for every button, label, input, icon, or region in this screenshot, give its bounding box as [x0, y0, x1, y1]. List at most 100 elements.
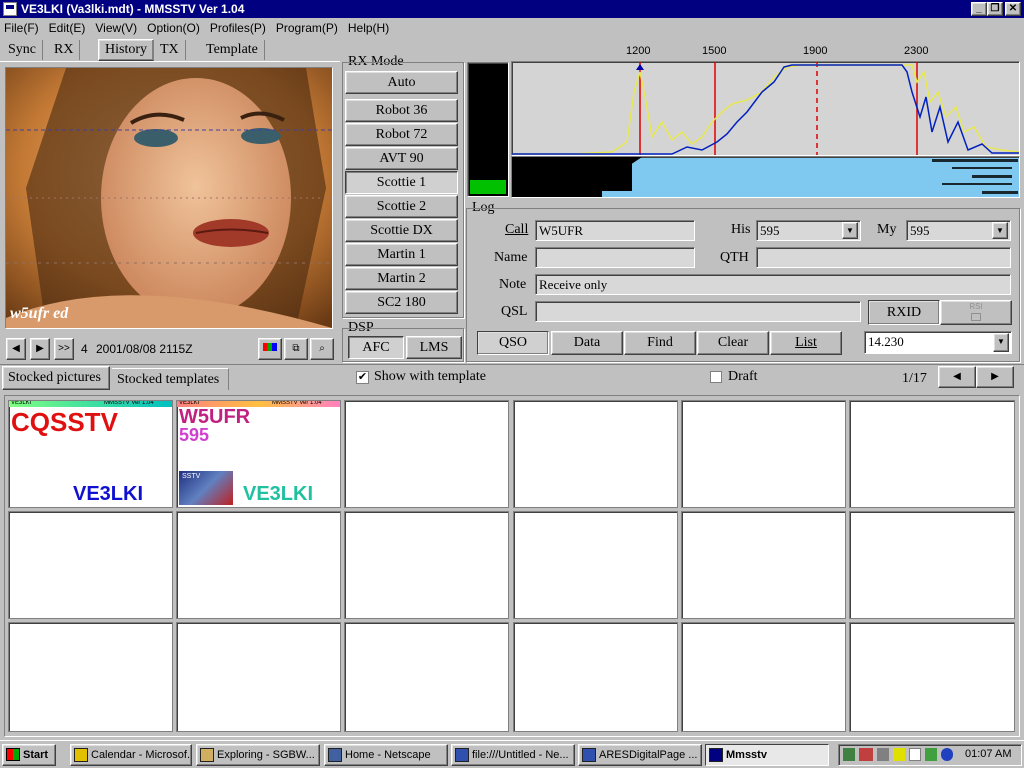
- thumbnail-17[interactable]: [681, 622, 846, 732]
- thumbnail-14[interactable]: [176, 622, 341, 732]
- tray-speaker-icon[interactable]: [893, 748, 905, 761]
- waterfall-display[interactable]: [511, 156, 1020, 198]
- tab-stocked-templates[interactable]: Stocked templates: [112, 368, 229, 390]
- tab-history[interactable]: History: [98, 39, 154, 61]
- spectrum-display[interactable]: [511, 61, 1020, 156]
- note-input[interactable]: Receive only: [535, 274, 1011, 295]
- draft-checkbox[interactable]: [710, 371, 722, 383]
- menu-option[interactable]: Option(O): [147, 21, 200, 35]
- tab-rx[interactable]: RX: [48, 40, 81, 60]
- rsi-button[interactable]: RSI: [940, 300, 1012, 325]
- thumbnail-18[interactable]: [849, 622, 1015, 732]
- tray-no-icon[interactable]: [859, 748, 873, 761]
- page-indicator: 1/17: [902, 371, 927, 386]
- afc-button[interactable]: AFC: [348, 336, 404, 359]
- task-file-untitled[interactable]: file:///Untitled - Ne...: [451, 744, 575, 766]
- thumbnail-5[interactable]: [681, 400, 846, 508]
- thumbnail-10[interactable]: [513, 511, 678, 619]
- prev-button[interactable]: ◀: [6, 338, 26, 360]
- menu-program[interactable]: Program(P): [276, 21, 338, 35]
- task-netscape[interactable]: Home - Netscape: [324, 744, 448, 766]
- tray-mouse-icon[interactable]: [909, 748, 921, 761]
- menu-view[interactable]: View(V): [95, 21, 137, 35]
- task-ares[interactable]: ARESDigitalPage ...: [578, 744, 702, 766]
- thumbnail-7[interactable]: [8, 511, 173, 619]
- next-button[interactable]: ▶: [30, 338, 50, 360]
- name-input[interactable]: [535, 247, 695, 268]
- menu-edit[interactable]: Edit(E): [49, 21, 86, 35]
- qth-input[interactable]: [756, 247, 1011, 268]
- mode-martin1[interactable]: Martin 1: [345, 243, 458, 266]
- thumbnail-3[interactable]: [344, 400, 509, 508]
- mode-auto[interactable]: Auto: [345, 71, 458, 94]
- qsl-input[interactable]: [535, 301, 861, 322]
- color-bars-icon[interactable]: [258, 338, 282, 360]
- thumbnail-6[interactable]: [849, 400, 1015, 508]
- thumbnail-4[interactable]: [513, 400, 678, 508]
- frequency-dropdown-icon[interactable]: ▼: [993, 333, 1009, 352]
- task-exploring[interactable]: Exploring - SGBW...: [196, 744, 320, 766]
- task-mmsstv[interactable]: Mmsstv: [705, 744, 829, 766]
- tab-stocked-pictures[interactable]: Stocked pictures: [2, 366, 110, 390]
- mode-avt90[interactable]: AVT 90: [345, 147, 458, 170]
- task-calendar[interactable]: Calendar - Microsof...: [70, 744, 192, 766]
- window-title: VE3LKI (Va3lki.mdt) - MMSSTV Ver 1.04: [21, 2, 245, 16]
- task-netscape-label: Home - Netscape: [345, 749, 431, 761]
- thumbnail-2[interactable]: VE3LKI MMSSTV Ver 1.04 W5UFR 595 SSTV VE…: [176, 400, 341, 508]
- show-template-label: Show with template: [374, 369, 486, 384]
- frequency-select[interactable]: 14.230 ▼: [864, 331, 1012, 354]
- qsl-label: QSL: [501, 304, 528, 319]
- tray-app-icon[interactable]: [925, 748, 937, 761]
- tray-network-icon[interactable]: [843, 748, 855, 761]
- mode-martin2[interactable]: Martin 2: [345, 267, 458, 290]
- tab-sync[interactable]: Sync: [2, 40, 43, 60]
- mode-sc2-180[interactable]: SC2 180: [345, 291, 458, 314]
- menu-profiles[interactable]: Profiles(P): [210, 21, 266, 35]
- copy-icon[interactable]: ⧉: [284, 338, 308, 360]
- tray-printer-icon[interactable]: [877, 748, 889, 761]
- mode-scottie2[interactable]: Scottie 2: [345, 195, 458, 218]
- close-button[interactable]: ✕: [1005, 2, 1021, 16]
- thumbnail-8[interactable]: [176, 511, 341, 619]
- mode-robot36[interactable]: Robot 36: [345, 99, 458, 122]
- tab-tx[interactable]: TX: [154, 40, 186, 60]
- find-button[interactable]: Find: [624, 331, 696, 355]
- thumbnail-13[interactable]: [8, 622, 173, 732]
- my-label: My: [877, 222, 897, 237]
- thumbnail-12[interactable]: [849, 511, 1015, 619]
- his-select[interactable]: 595 ▼: [756, 220, 861, 241]
- thumbnail-9[interactable]: [344, 511, 509, 619]
- qso-button[interactable]: QSO: [477, 331, 549, 355]
- freq-1500: 1500: [702, 45, 727, 57]
- clear-button[interactable]: Clear: [697, 331, 769, 355]
- thumbnail-11[interactable]: [681, 511, 846, 619]
- thumbnail-15[interactable]: [344, 622, 509, 732]
- menu-help[interactable]: Help(H): [348, 21, 389, 35]
- my-select[interactable]: 595 ▼: [906, 220, 1011, 241]
- thumbnail-16[interactable]: [513, 622, 678, 732]
- page-prev-button[interactable]: ◀: [938, 366, 976, 388]
- lms-button[interactable]: LMS: [406, 336, 462, 359]
- call-input[interactable]: W5UFR: [535, 220, 695, 241]
- page-next-button[interactable]: ▶: [976, 366, 1014, 388]
- data-button[interactable]: Data: [551, 331, 623, 355]
- mode-robot72[interactable]: Robot 72: [345, 123, 458, 146]
- tray-globe-icon[interactable]: [941, 748, 953, 761]
- mode-scottiedx[interactable]: Scottie DX: [345, 219, 458, 242]
- rxid-button[interactable]: RXID: [868, 300, 940, 325]
- thumbnail-1[interactable]: VE3LKI MMSSTV Ver 1.04 CQSSTV VE3LKI: [8, 400, 173, 508]
- show-template-checkbox[interactable]: ✔: [356, 371, 369, 384]
- my-dropdown-icon[interactable]: ▼: [992, 222, 1008, 239]
- start-button[interactable]: Start: [2, 744, 56, 766]
- menu-file[interactable]: File(F): [4, 21, 39, 35]
- maximize-button[interactable]: ❐: [987, 2, 1003, 16]
- tab-template[interactable]: Template: [200, 40, 265, 60]
- mode-scottie1[interactable]: Scottie 1: [345, 171, 458, 194]
- zoom-icon[interactable]: ⌕: [310, 338, 334, 360]
- spectrum-graph: [512, 62, 1019, 155]
- list-button[interactable]: List: [770, 331, 842, 355]
- his-dropdown-icon[interactable]: ▼: [842, 222, 858, 239]
- minimize-button[interactable]: _: [971, 2, 987, 16]
- last-button[interactable]: >>: [54, 338, 74, 360]
- netscape-icon: [328, 748, 342, 762]
